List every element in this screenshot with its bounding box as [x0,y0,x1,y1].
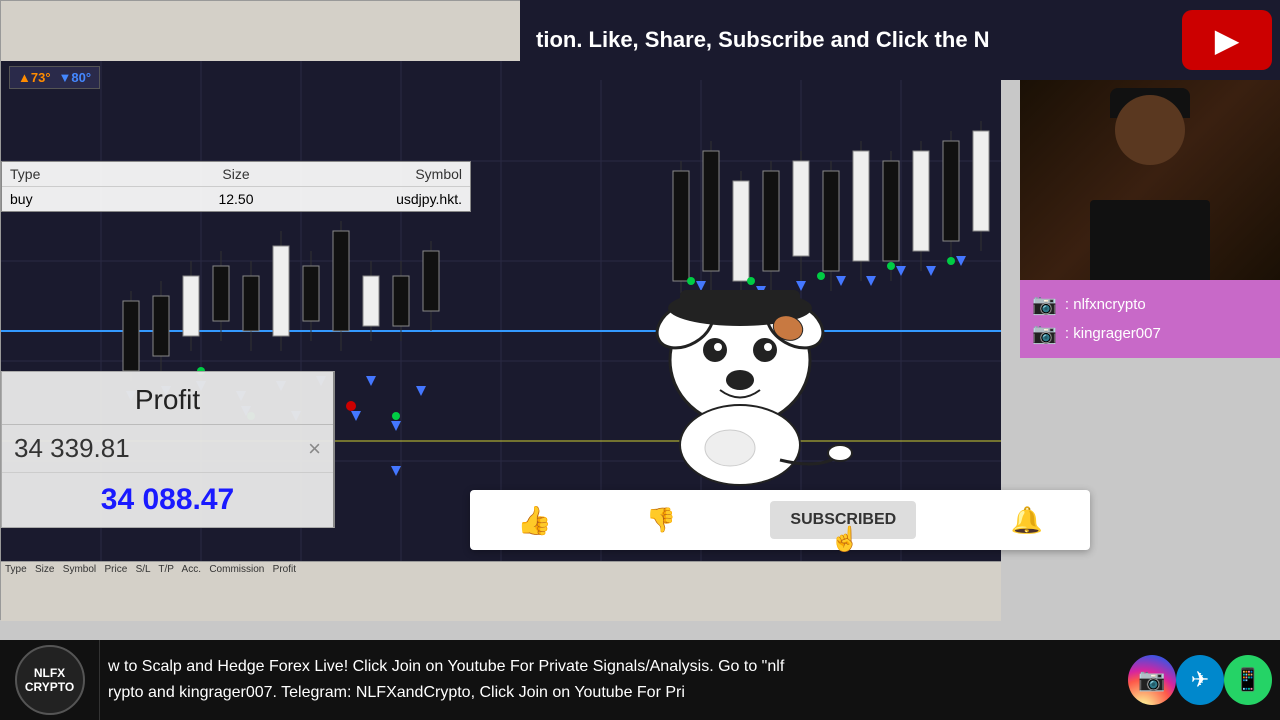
profit-value: 34 339.81 [14,433,130,464]
instagram-icon: 📷 [1032,292,1057,317]
instagram-handle2-row: 📷 : kingrager007 [1032,321,1268,346]
person-body [1090,200,1210,280]
streamer-video [1020,80,1280,280]
order-values: buy 12.50 usdjpy.hkt. [2,187,470,211]
top-banner: tion. Like, Share, Subscribe and Click t… [520,0,1280,80]
nlfx-logo: NLFX CRYPTO [0,640,100,720]
youtube-button[interactable]: ▶ [1182,10,1272,70]
subscribe-bar: 👍 👎 SUBSCRIBED 🔔 [470,490,1090,550]
profit-close-button[interactable]: × [308,436,321,462]
nlfx-circle-logo: NLFX CRYPTO [15,645,85,715]
instagram-icon2: 📷 [1032,321,1057,346]
youtube-icon: ▶ [1215,21,1240,59]
size-label: Size [161,166,312,182]
profit-title: Profit [2,372,333,425]
ticker-content: w to Scalp and Hedge Forex Live! Click J… [100,640,1120,720]
banner-text: tion. Like, Share, Subscribe and Click t… [520,27,1182,53]
like-button[interactable]: 👍 [517,504,552,537]
platform-status: Type Size Symbol Price S/L T/P Acc. Comm… [5,564,296,575]
order-header: Type Size Symbol [2,162,470,187]
bottom-ticker-bar: NLFX CRYPTO w to Scalp and Hedge Forex L… [0,640,1280,720]
order-type-value: buy [10,191,161,207]
profit-panel: Profit 34 339.81 × 34 088.47 [1,371,335,528]
nlfx-logo-line1: NLFX [34,666,65,680]
order-size-value: 12.50 [161,191,312,207]
social-icons-bar: 📷 ✈ 📱 [1120,640,1280,720]
profit-total: 34 088.47 [2,473,333,527]
telegram-social-button[interactable]: ✈ [1176,655,1224,705]
notification-bell-button[interactable]: 🔔 [1010,505,1042,536]
webcam-panel [1020,80,1280,280]
mouse-cursor: ☝ [830,525,860,554]
ticker-line2: rypto and kingrager007. Telegram: NLFXan… [108,680,1112,706]
temp-hi: ▲73° [18,70,51,85]
nlfx-logo-line2: CRYPTO [25,680,74,694]
temp-lo: ▼80° [59,70,92,85]
instagram-social-button[interactable]: 📷 [1128,655,1176,705]
instagram-handle1: : nlfxncrypto [1065,296,1146,313]
type-label: Type [10,166,161,182]
order-panel: Type Size Symbol buy 12.50 usdjpy.hkt. [1,161,471,212]
dislike-button[interactable]: 👎 [646,506,676,535]
instagram-panel: 📷 : nlfxncrypto 📷 : kingrager007 [1020,280,1280,358]
instagram-handle2: : kingrager007 [1065,325,1161,342]
whatsapp-social-button[interactable]: 📱 [1224,655,1272,705]
profit-value-row: 34 339.81 × [2,425,333,473]
order-symbol-value: usdjpy.hkt. [311,191,462,207]
ticker-line1: w to Scalp and Hedge Forex Live! Click J… [108,654,1112,680]
instagram-handle1-row: 📷 : nlfxncrypto [1032,292,1268,317]
symbol-label: Symbol [311,166,462,182]
platform-bottom-bar: Type Size Symbol Price S/L T/P Acc. Comm… [1,561,1001,621]
person-head [1115,95,1185,165]
dog-mascot [620,270,860,490]
weather-widget: ▲73° ▼80° [9,66,100,89]
